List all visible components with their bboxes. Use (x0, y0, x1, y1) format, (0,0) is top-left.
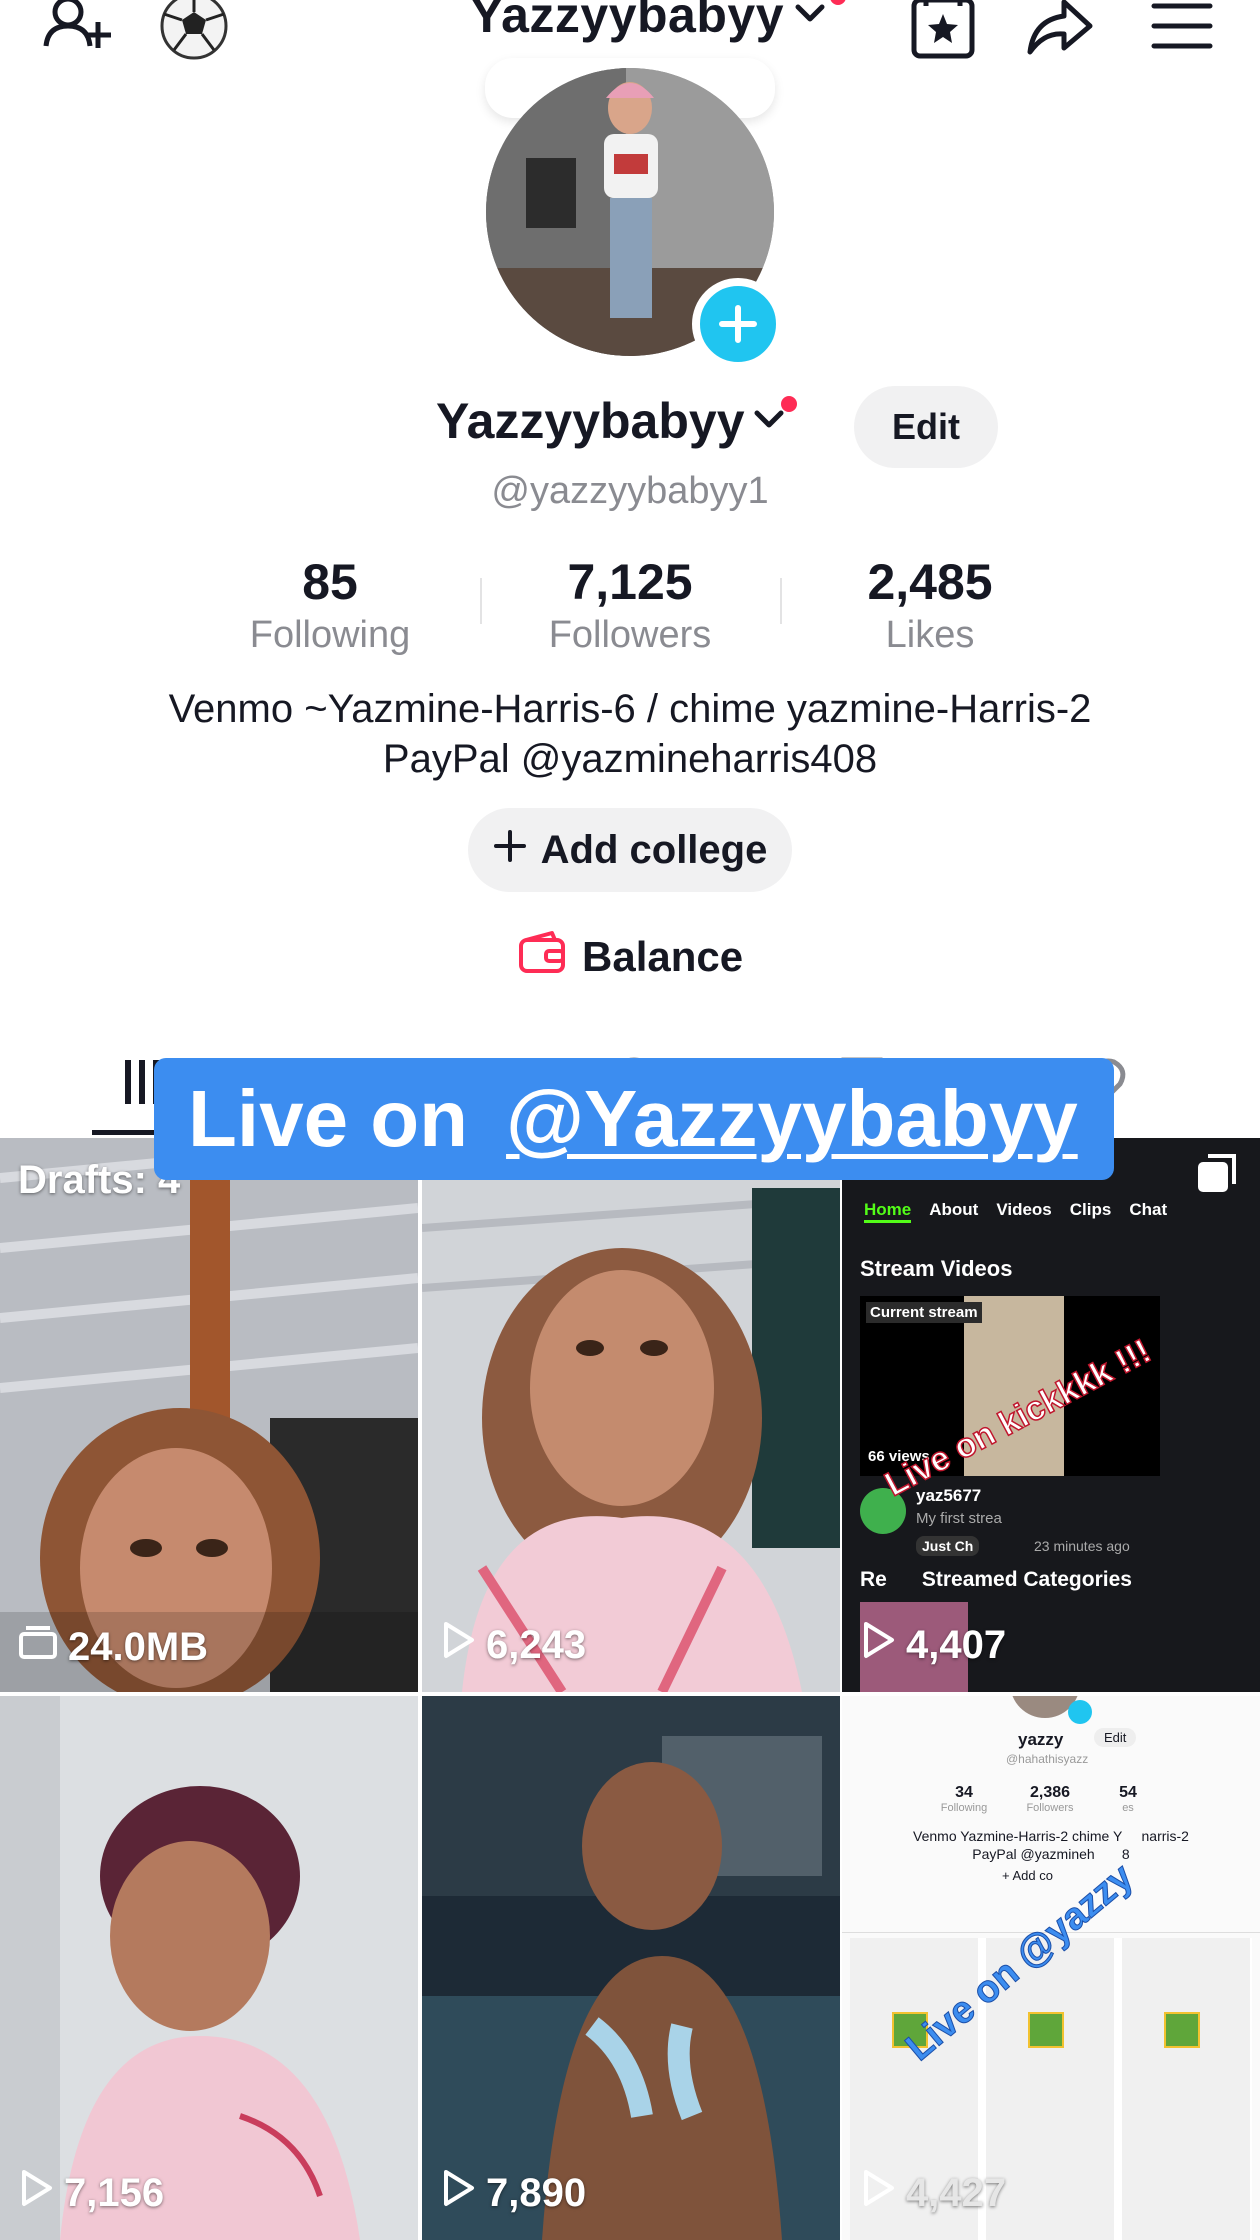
balance-label: Balance (582, 933, 744, 980)
mini-bio-2: PayPal @yazmineh 8 (972, 1846, 1130, 1862)
stat-label: Followers (548, 614, 712, 656)
add-college-button[interactable]: Add college (468, 808, 792, 892)
mini-edit-button: Edit (1094, 1728, 1137, 1747)
video-tile[interactable]: 7,890 (422, 1696, 840, 2240)
stream-nav-item: Videos (996, 1200, 1052, 1219)
live-banner-handle[interactable]: @Yazzyybabyy (506, 1073, 1078, 1165)
add-avatar-button[interactable] (692, 278, 784, 370)
mini-bio-1: Venmo Yazmine-Harris-2 chime Y narris-2 (913, 1828, 1189, 1844)
wallet-icon (518, 930, 566, 984)
share-icon[interactable] (1022, 0, 1098, 69)
stream-nav-item: About (929, 1200, 979, 1219)
view-count-value: 7,890 (486, 2170, 587, 2215)
mini-stat-value: 54 (1119, 1784, 1137, 1801)
video-thumbnail (0, 1696, 418, 2240)
favorites-icon[interactable] (906, 0, 982, 69)
chevron-down-icon (792, 0, 828, 36)
soccer-ball-icon[interactable] (156, 0, 232, 69)
view-count-value: 7,156 (64, 2170, 165, 2215)
video-tile[interactable]: yazzy Edit @hahathisyazz 34 Following 2,… (842, 1696, 1260, 2240)
video-tile[interactable]: Home About Videos Clips Chat Stream Vide… (842, 1138, 1260, 1692)
stat-label: Following (249, 614, 411, 656)
streamed-categories-title: Re Streamed Categories (860, 1568, 1132, 1591)
mini-stat-label: es (1122, 1802, 1134, 1814)
mini-stat-label: Following (940, 1802, 988, 1814)
view-count-value: 4,407 (906, 1622, 1007, 1667)
mini-add-college: + Add co (1002, 1868, 1053, 1883)
video-tile[interactable]: 6,243 (422, 1138, 840, 1692)
stream-nav-item: Home (864, 1200, 912, 1223)
mini-handle: @hahathisyazz (1006, 1752, 1089, 1766)
stream-videos-title: Stream Videos (860, 1256, 1013, 1281)
mini-stat-value: 34 (955, 1784, 973, 1801)
video-thumbnail (422, 1138, 840, 1692)
view-count: 7,890 (440, 2168, 586, 2218)
add-college-label: Add college (540, 827, 768, 872)
stat-following[interactable]: 85 Following (180, 552, 480, 658)
drafts-size-value: 24.0MB (68, 1624, 209, 1669)
play-icon (440, 2168, 476, 2218)
drafts-size: 24.0MB (18, 1624, 208, 1670)
view-count-value: 4,427 (906, 2170, 1007, 2215)
play-icon (18, 2168, 54, 2218)
stat-likes[interactable]: 2,485 Likes (780, 552, 1080, 658)
video-thumbnail (422, 1696, 840, 2240)
stream-nav-item: Chat (1129, 1200, 1168, 1219)
stream-nav-item: Clips (1069, 1200, 1112, 1219)
header-title: Yazzyybabyy (470, 0, 785, 43)
stat-value: 7,125 (567, 554, 693, 610)
edit-profile-button[interactable]: Edit (854, 386, 998, 468)
mini-stat: 34 Following (914, 1784, 1014, 1814)
stat-value: 85 (302, 554, 358, 610)
stream-time: 23 minutes ago (1034, 1538, 1130, 1554)
video-tile[interactable]: 7,156 (0, 1696, 418, 2240)
mini-grid-icon (1028, 2012, 1064, 2048)
stream-nav: Home About Videos Clips Chat (842, 1200, 1260, 1223)
stat-label: Likes (885, 614, 975, 656)
multi-clip-icon (1194, 1152, 1240, 1203)
menu-icon[interactable] (1144, 0, 1220, 69)
mini-profile-name: yazzy (1018, 1730, 1064, 1749)
mini-stat: 54 es (1078, 1784, 1178, 1814)
mini-grid-icon (1164, 2012, 1200, 2048)
view-count: 4,407 (860, 1620, 1006, 1670)
live-banner-prefix: Live on (188, 1074, 469, 1163)
drafts-icon (18, 1624, 58, 1670)
mini-add-icon (1068, 1700, 1092, 1724)
view-count: 4,427 (860, 2168, 1006, 2218)
play-icon (860, 2168, 896, 2218)
live-banner[interactable]: Live on @Yazzyybabyy (154, 1058, 1114, 1180)
stat-value: 2,485 (867, 554, 993, 610)
current-stream-label: Current stream (866, 1302, 982, 1323)
drafts-tile[interactable]: Drafts: 4 24.0MB (0, 1138, 418, 1692)
view-count-value: 6,243 (486, 1622, 587, 1667)
play-icon (440, 1620, 476, 1670)
view-count: 7,156 (18, 2168, 164, 2218)
bio-line-1: Venmo ~Yazmine-Harris-6 / chime yazmine-… (168, 687, 1092, 731)
profile-name-row[interactable]: Yazzyybabyy (436, 392, 797, 450)
bio-line-2: PayPal @yazmineharris408 (382, 737, 878, 781)
video-grid: Drafts: 4 24.0MB 6,243 Home About Videos… (0, 1138, 1260, 2240)
view-count: 6,243 (440, 1620, 586, 1670)
stream-subtitle: My first strea (916, 1510, 1002, 1527)
notification-dot (780, 396, 797, 412)
stream-category-chip: Just Ch (916, 1536, 980, 1556)
add-friend-icon[interactable] (40, 0, 116, 69)
profile-name: Yazzyybabyy (436, 393, 745, 449)
stat-followers[interactable]: 7,125 Followers (480, 552, 780, 658)
plus-icon (493, 828, 527, 873)
notification-dot (830, 0, 847, 5)
balance-button[interactable]: Balance (518, 930, 743, 984)
play-icon (860, 1620, 896, 1670)
drafts-thumbnail (0, 1138, 418, 1692)
profile-title-switcher[interactable]: Yazzyybabyy (470, 0, 847, 44)
profile-handle: @yazzyybabyy1 (491, 470, 769, 512)
